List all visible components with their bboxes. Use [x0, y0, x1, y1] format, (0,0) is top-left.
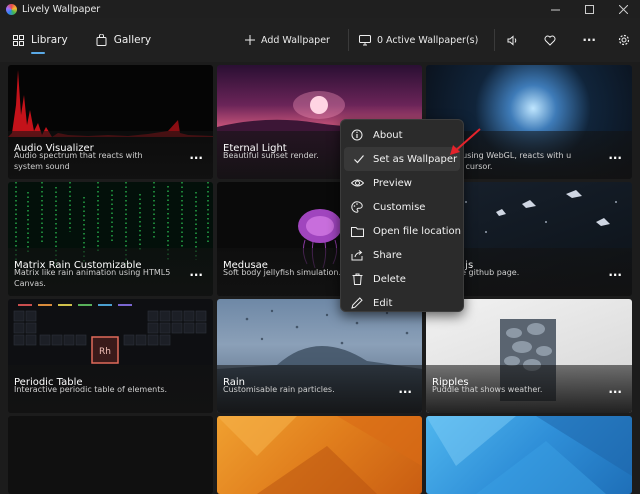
- more-options-button[interactable]: ···: [582, 18, 596, 62]
- pencil-icon: [351, 297, 363, 309]
- menu-item-delete[interactable]: Delete: [341, 267, 463, 291]
- close-button[interactable]: [606, 0, 640, 18]
- periodic-element-symbol: Rh: [99, 347, 111, 357]
- monitor-icon: [358, 34, 371, 45]
- tile-more-button[interactable]: ···: [608, 151, 622, 165]
- speaker-icon: [507, 34, 517, 46]
- menu-item-about[interactable]: About: [341, 123, 463, 147]
- wallpaper-tile-dark[interactable]: [8, 416, 213, 494]
- wallpaper-tile-audio-visualizer[interactable]: Audio Visualizer Audio spectrum that rea…: [8, 65, 213, 179]
- tab-library-label: Library: [31, 34, 68, 46]
- menu-item-set-as-wallpaper[interactable]: Set as Wallpaper: [344, 147, 460, 171]
- tile-description: Matrix like rain animation using HTML5 C…: [14, 268, 171, 288]
- context-menu: About Set as Wallpaper Preview Customise…: [340, 119, 464, 312]
- blue-polygons-thumbnail: [426, 416, 632, 494]
- menu-item-open-file-location[interactable]: Open file location: [341, 219, 463, 243]
- plus-icon: [245, 35, 256, 45]
- menu-item-label: Customise: [373, 201, 426, 213]
- wallpaper-tile-periodic-table[interactable]: Rh Periodic Table Interactive periodic t…: [8, 299, 213, 413]
- wallpaper-tile-ripples[interactable]: Ripples Puddle that shows weather. ···: [426, 299, 632, 413]
- wallpaper-tile-blue[interactable]: [426, 416, 632, 494]
- maximize-icon: [584, 4, 594, 14]
- maximize-button[interactable]: [572, 0, 606, 18]
- toolbar: Library Gallery Add Wallpaper 0 Active W…: [0, 18, 640, 62]
- tile-more-button[interactable]: ···: [189, 268, 203, 282]
- toolbar-separator: [494, 29, 496, 51]
- menu-item-label: Delete: [373, 273, 406, 285]
- menu-item-customise[interactable]: Customise: [341, 195, 463, 219]
- more-icon: ···: [582, 33, 596, 47]
- menu-item-label: Set as Wallpaper: [373, 153, 458, 165]
- wallpaper-tile-rain[interactable]: Rain Customisable rain particles. ···: [217, 299, 422, 413]
- heart-icon: [544, 35, 556, 46]
- favorites-button[interactable]: [544, 18, 556, 62]
- share-icon: [351, 250, 363, 261]
- menu-item-share[interactable]: Share: [341, 243, 463, 267]
- app-logo-icon: [6, 3, 17, 15]
- palette-icon: [351, 201, 363, 213]
- close-icon: [618, 4, 628, 14]
- tile-more-button[interactable]: ···: [608, 268, 622, 282]
- check-icon: [353, 155, 364, 164]
- tab-gallery[interactable]: Gallery: [96, 18, 151, 62]
- menu-item-label: Preview: [373, 177, 412, 189]
- eye-icon: [350, 179, 364, 187]
- trash-icon: [352, 273, 362, 285]
- grid-icon: [13, 34, 24, 46]
- menu-item-edit[interactable]: Edit: [341, 291, 463, 315]
- menu-item-label: Edit: [373, 297, 393, 309]
- active-tab-indicator: [31, 52, 45, 54]
- gear-icon: [618, 34, 630, 46]
- orange-polygons-thumbnail: [217, 416, 422, 494]
- wallpaper-tile-orange[interactable]: [217, 416, 422, 494]
- tile-more-button[interactable]: ···: [189, 151, 203, 165]
- tile-more-button[interactable]: ···: [608, 385, 622, 399]
- menu-item-label: Open file location: [373, 225, 461, 237]
- tab-gallery-label: Gallery: [113, 34, 152, 46]
- volume-button[interactable]: [507, 18, 519, 62]
- minimize-icon: [550, 9, 560, 10]
- title-bar: Lively Wallpaper: [0, 0, 640, 18]
- folder-icon: [350, 226, 364, 237]
- wallpaper-tile-matrix-rain[interactable]: Matrix Rain Customizable Matrix like rai…: [8, 182, 213, 296]
- settings-button[interactable]: [618, 18, 630, 62]
- tile-description: Interactive periodic table of elements.: [14, 385, 168, 394]
- menu-item-label: Share: [373, 249, 402, 261]
- tab-library[interactable]: Library: [13, 18, 68, 62]
- toolbar-separator: [347, 29, 349, 51]
- tile-description: Puddle that shows weather.: [432, 385, 543, 394]
- wallpaper-grid: Audio Visualizer Audio spectrum that rea…: [8, 64, 640, 494]
- active-wallpapers-button[interactable]: 0 Active Wallpaper(s): [358, 18, 479, 62]
- tile-more-button[interactable]: ···: [398, 385, 412, 399]
- menu-item-label: About: [373, 129, 403, 141]
- add-wallpaper-button[interactable]: Add Wallpaper: [245, 18, 330, 62]
- active-wallpapers-label: 0 Active Wallpaper(s): [376, 34, 479, 46]
- window-controls: [538, 0, 640, 18]
- minimize-button[interactable]: [538, 0, 572, 18]
- bag-icon: [96, 34, 107, 46]
- info-icon: [351, 129, 363, 141]
- app-title: Lively Wallpaper: [22, 3, 101, 15]
- tile-description: Customisable rain particles.: [223, 385, 335, 394]
- annotation-arrow-icon: [450, 128, 481, 155]
- toolbar-actions: Add Wallpaper 0 Active Wallpaper(s) ···: [245, 18, 640, 62]
- tile-description: Audio spectrum that reacts with system s…: [14, 151, 143, 171]
- menu-item-preview[interactable]: Preview: [341, 171, 463, 195]
- add-wallpaper-label: Add Wallpaper: [261, 34, 330, 46]
